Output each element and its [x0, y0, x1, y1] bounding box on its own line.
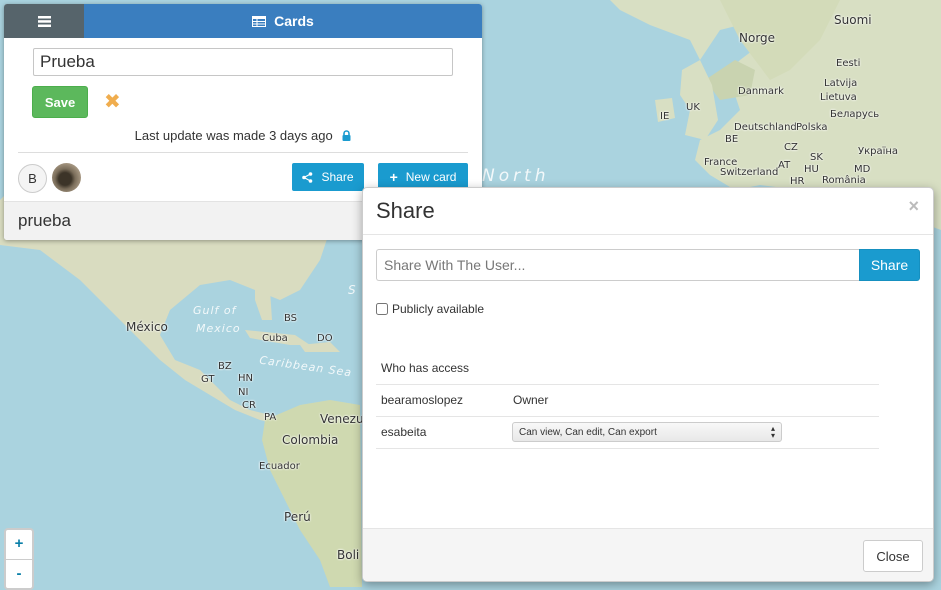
share-button[interactable]: Share — [292, 163, 364, 191]
map-label-ukraina: Україна — [858, 146, 899, 157]
map-label-north: North — [482, 166, 550, 186]
map-label-lietuva: Lietuva — [820, 92, 857, 103]
map-label-deutschland: Deutschland — [734, 122, 797, 133]
panel-header: Cards — [4, 4, 482, 38]
avatar[interactable] — [52, 163, 81, 192]
access-table: Who has access bearamoslopez Owner esabe… — [376, 352, 879, 449]
map-label-be: BE — [725, 134, 739, 145]
map-label-ecuador: Ecuador — [259, 461, 300, 472]
map-label-bz: BZ — [218, 361, 232, 372]
map-label-hu: HU — [804, 164, 819, 175]
map-label-ie: IE — [660, 111, 670, 122]
publicly-available-label: Publicly available — [392, 302, 485, 316]
cancel-icon[interactable]: ✖ — [104, 92, 121, 112]
access-header: Who has access — [376, 352, 879, 385]
map-label-hn: HN — [238, 373, 253, 384]
map-label-venezuela: Venezu — [320, 412, 364, 426]
table-icon — [252, 15, 267, 27]
access-user: bearamoslopez — [376, 384, 508, 417]
share-submit-button[interactable]: Share — [859, 249, 920, 281]
map-label-pa: PA — [264, 412, 277, 423]
map-label-danmark: Danmark — [738, 86, 784, 97]
map-label-latvija: Latvija — [824, 78, 858, 89]
map-label-mexico: México — [126, 320, 168, 334]
share-icon — [302, 171, 313, 183]
map-label-romania: România — [822, 175, 866, 186]
publicly-available-checkbox[interactable] — [376, 303, 388, 315]
tab-cards[interactable]: Cards — [84, 4, 482, 38]
map-label-belarus: Беларусь — [830, 109, 880, 120]
map-label-ni: NI — [238, 387, 249, 398]
map-label-eesti: Eesti — [836, 58, 861, 69]
map-label-switzerland: Switzerland — [720, 167, 779, 178]
map-label-at: AT — [778, 160, 791, 171]
map-label-sea-s: S — [348, 283, 360, 297]
menu-toggle-button[interactable] — [4, 4, 84, 38]
map-label-hr: HR — [790, 176, 805, 187]
lock-icon — [342, 130, 351, 141]
table-row: bearamoslopez Owner — [376, 384, 879, 417]
map-label-polska: Polska — [796, 122, 828, 133]
last-update-text: Last update was made 3 days ago — [4, 128, 482, 143]
map-label-uk: UK — [686, 102, 700, 113]
avatar-initial[interactable]: B — [18, 164, 47, 193]
new-card-label: New card — [405, 170, 457, 184]
map-label-cz: CZ — [784, 142, 798, 153]
map-label-bs: BS — [284, 313, 298, 324]
map-label-norge: Norge — [739, 31, 776, 45]
map-label-suomi: Suomi — [834, 13, 872, 27]
share-user-input[interactable] — [376, 249, 860, 281]
map-label-md: MD — [854, 164, 871, 175]
access-permission: Owner — [508, 384, 879, 417]
plus-icon: + — [389, 169, 398, 185]
map-label-sk: SK — [810, 152, 823, 163]
divider — [363, 234, 933, 235]
zoom-out-button[interactable]: - — [6, 559, 32, 588]
modal-footer: Close — [363, 528, 933, 581]
map-label-gulf-1: Gulf of — [193, 304, 237, 317]
map-label-cuba: Cuba — [262, 333, 288, 344]
map-label-peru: Perú — [284, 510, 311, 524]
hamburger-icon — [37, 15, 51, 27]
map-label-cr: CR — [242, 400, 256, 411]
permission-select-value: Can view, Can edit, Can export — [519, 426, 657, 438]
close-button[interactable]: Close — [863, 540, 923, 572]
zoom-control: + - — [4, 528, 34, 590]
close-icon[interactable]: × — [908, 196, 919, 217]
divider — [18, 152, 468, 153]
save-button[interactable]: Save — [32, 86, 88, 118]
map-label-colombia: Colombia — [282, 433, 339, 447]
access-user: esabeita — [376, 416, 508, 449]
share-button-label: Share — [321, 170, 354, 184]
last-update-label: Last update was made 3 days ago — [134, 128, 333, 143]
share-modal: Share × Share Publicly available Who has… — [362, 187, 934, 582]
table-row: esabeita Can view, Can edit, Can export … — [376, 416, 879, 449]
select-arrows-icon: ▴ ▾ — [770, 424, 775, 440]
map-label-gulf-2: Mexico — [196, 322, 241, 335]
card-name-input[interactable] — [33, 48, 453, 76]
map-label-do: DO — [317, 333, 333, 344]
map-label-gt: GT — [201, 374, 215, 385]
permission-select[interactable]: Can view, Can edit, Can export ▴ ▾ — [512, 422, 782, 442]
publicly-available-option[interactable]: Publicly available — [376, 302, 484, 316]
zoom-in-button[interactable]: + — [6, 530, 32, 559]
map-label-bolivia: Boli — [337, 548, 360, 562]
panel-title: Cards — [274, 13, 314, 29]
modal-title: Share — [376, 198, 435, 223]
